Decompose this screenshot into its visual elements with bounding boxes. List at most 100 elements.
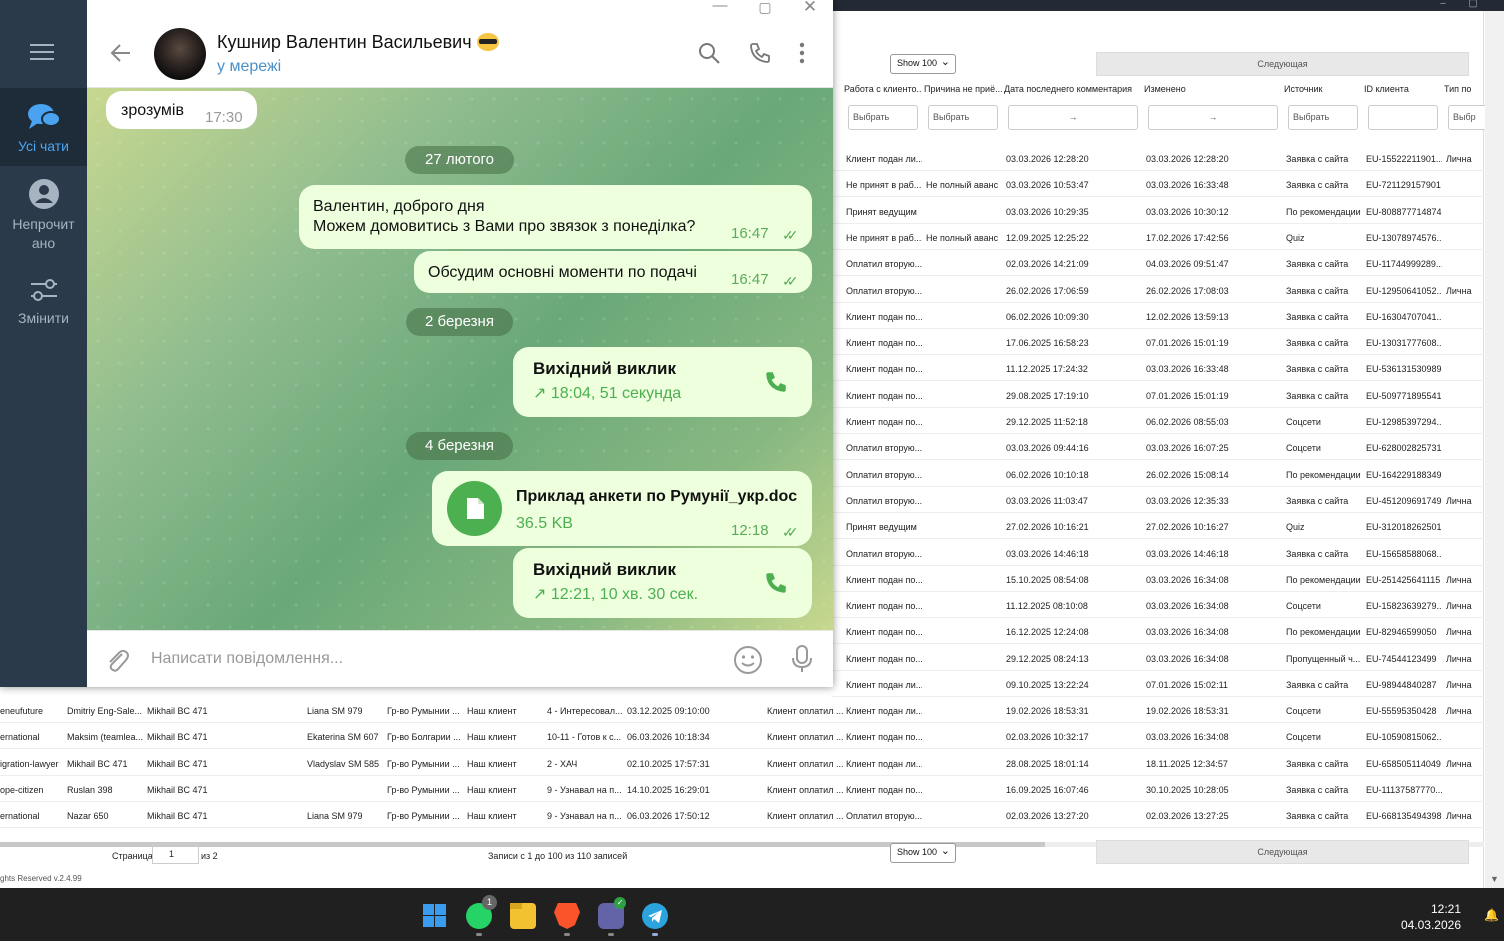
filter-reason-select[interactable]: Выбрать <box>928 105 998 130</box>
next-page-button-top[interactable]: Следующая <box>1096 52 1469 76</box>
message-outgoing[interactable]: Валентин, доброго дня Можем домовитись з… <box>299 185 812 249</box>
col-header[interactable]: Источник <box>1284 84 1354 94</box>
table-cell: 11.12.2025 17:24:32 <box>1006 364 1088 375</box>
table-row[interactable]: Принят ведущим 03.03.2026 10:29:35 03.03.2… <box>832 198 1484 224</box>
system-clock[interactable]: 12:21 04.03.2026 <box>1401 901 1461 933</box>
table-cell: EU-15658588068... <box>1366 548 1442 559</box>
table-row[interactable]: Клиент подан по... 29.12.2025 08:24:13 03.… <box>832 645 1484 671</box>
attach-icon[interactable] <box>103 646 131 674</box>
sidebar-label: ано <box>31 235 56 251</box>
table-row[interactable]: Принят ведущим 27.02.2026 10:16:21 27.02.2… <box>832 513 1484 540</box>
table-row[interactable]: Клиент подан по... 29.12.2025 11:52:18 06.… <box>832 408 1484 434</box>
table-row[interactable]: Оплатил вторую... 03.03.2026 11:03:47 03.0… <box>832 487 1484 513</box>
table-cell: EU-13031777608... <box>1366 338 1442 349</box>
table-row[interactable]: Клиент подан по... 17.06.2025 16:58:23 07.… <box>832 329 1484 356</box>
table-row[interactable]: Оплатил вторую... 26.02.2026 17:06:59 26.0… <box>832 277 1484 303</box>
phone-icon[interactable] <box>748 41 772 65</box>
back-arrow-icon[interactable] <box>109 43 131 63</box>
table-row[interactable]: Оплатил вторую... 03.03.2026 09:44:16 03.0… <box>832 434 1484 461</box>
vertical-scrollbar[interactable]: ▼ <box>1485 11 1504 888</box>
table-row[interactable]: ope-citizen Ruslan 398 Mikhail BC 471 Гр-во… <box>0 776 1484 802</box>
filter-work-select[interactable]: Выбрать <box>848 105 918 130</box>
notification-icon[interactable]: 🔔 <box>1484 908 1499 922</box>
table-row[interactable]: Клиент подан ли... 09.10.2025 13:22:24 07.… <box>832 671 1484 697</box>
filter-type-select[interactable]: Выбр <box>1448 105 1488 130</box>
next-page-button-bottom[interactable]: Следующая <box>1096 840 1469 864</box>
message-input[interactable]: Написати повідомлення... <box>151 650 343 668</box>
table-cell: Клиент подан по... <box>846 784 922 795</box>
table-row[interactable]: Клиент подан по... 16.12.2025 12:24:08 03.… <box>832 618 1484 645</box>
table-row[interactable]: Не принят в раб... Не полный аванс 03.03.2… <box>832 171 1484 198</box>
table-row[interactable]: Оплатил вторую... 02.03.2026 14:21:09 04.0… <box>832 250 1484 277</box>
table-row[interactable]: Клиент подан по... 11.12.2025 17:24:32 03.… <box>832 355 1484 382</box>
close-icon[interactable]: ✕ <box>800 0 820 17</box>
table-cell: 06.03.2026 17:50:12 <box>627 811 710 822</box>
table-row[interactable]: Клиент подан по... 06.02.2026 10:09:30 12.… <box>832 303 1484 329</box>
more-options-icon[interactable] <box>790 41 814 65</box>
table-cell: Клиент подан по... <box>846 364 922 375</box>
show-entries-select-top[interactable]: Show 100 <box>890 54 956 74</box>
minimize-icon[interactable]: — <box>710 0 730 14</box>
col-header[interactable]: Тип по <box>1444 84 1484 94</box>
table-row[interactable]: Клиент подан по... 15.10.2025 08:54:08 03.… <box>832 566 1484 592</box>
sidebar-item-edit[interactable]: Змінити <box>0 276 87 336</box>
table-row[interactable]: eneufuture Dmitriy Eng-Sale... Mikhail BC … <box>0 697 1484 723</box>
maximize-icon[interactable]: ▢ <box>1462 0 1484 11</box>
table-row[interactable]: Оплатил вторую... 06.02.2026 10:10:18 26.0… <box>832 461 1484 487</box>
maximize-icon[interactable]: ▢ <box>755 0 775 16</box>
sidebar-label: Усі чати <box>18 138 69 154</box>
table-row[interactable]: Оплатил вторую... 03.03.2026 14:46:18 03.0… <box>832 540 1484 566</box>
show-entries-select-bottom[interactable]: Show 100 <box>890 843 956 863</box>
col-header[interactable]: Причина не приё... <box>924 84 1002 94</box>
table-cell: 2 - ХАЧ <box>547 758 578 769</box>
document-icon[interactable] <box>447 481 502 536</box>
table-cell: Соцсети <box>1286 732 1321 743</box>
table-row[interactable]: Не принят в раб... Не полный аванс 12.09.2… <box>832 224 1484 250</box>
table-row[interactable]: igration-lawyer Mikhail BC 471 Mikhail BC … <box>0 750 1484 776</box>
table-cell: Клиент оплатил ... <box>767 758 843 769</box>
table-row[interactable]: Клиент подан ли... 03.03.2026 12:28:20 03.… <box>832 145 1484 171</box>
filter-client-id-input[interactable] <box>1368 105 1438 130</box>
table-row[interactable]: Клиент подан по... 11.12.2025 08:10:08 03.… <box>832 592 1484 619</box>
call-message[interactable]: Вихідний виклик ↗ 18:04, 51 секунда <box>513 347 812 417</box>
col-header[interactable]: ID клиента <box>1364 84 1434 94</box>
table-cell: Mikhail BC 471 <box>67 758 128 769</box>
teams-icon[interactable]: ✓ <box>598 897 626 929</box>
table-cell: 03.03.2026 16:34:08 <box>1146 601 1229 612</box>
table-row[interactable]: ernational Nazar 650 Mikhail BC 471 Liana S… <box>0 802 1484 829</box>
emoji-icon[interactable] <box>733 645 763 675</box>
search-icon[interactable] <box>697 41 721 65</box>
telegram-icon[interactable] <box>642 903 668 929</box>
message-outgoing[interactable]: Обсудим основні моменти по подачі 16:47 … <box>414 251 812 293</box>
menu-icon[interactable] <box>30 44 54 62</box>
whatsapp-icon[interactable]: 1 <box>466 895 497 929</box>
table-cell: EU-82946599050 <box>1366 627 1437 638</box>
phone-icon[interactable] <box>763 369 789 395</box>
sidebar-item-all-chats[interactable]: Усі чати <box>0 88 87 166</box>
col-header[interactable]: Изменено <box>1144 84 1274 94</box>
table-row[interactable]: Клиент подан по... 29.08.2025 17:19:10 07.… <box>832 382 1484 408</box>
windows-start-icon[interactable] <box>422 903 448 929</box>
col-header[interactable]: Дата последнего комментария <box>1004 84 1134 94</box>
file-message[interactable]: Приклад анкети по Румунії_укр.doc 36.5 K… <box>432 471 812 546</box>
filter-source-select[interactable]: Выбрать <box>1288 105 1358 130</box>
table-cell: Заявка с сайта <box>1286 180 1349 191</box>
call-message[interactable]: Вихідний виклик ↗ 12:21, 10 хв. 30 сек. <box>513 548 812 618</box>
message-incoming[interactable]: зрозумів 17:30 <box>106 91 257 129</box>
phone-icon[interactable] <box>763 570 789 596</box>
minimize-icon[interactable]: – <box>1432 0 1454 11</box>
filter-date-range[interactable]: → <box>1008 105 1138 130</box>
chat-name[interactable]: Кушнир Валентин Васильевич <box>217 32 499 53</box>
brave-browser-icon[interactable] <box>554 903 580 929</box>
sidebar-item-unread[interactable]: Непрочит ано <box>0 178 87 258</box>
avatar[interactable] <box>154 28 206 80</box>
table-row[interactable]: ernational Maksim (teamlea... Mikhail BC 4… <box>0 723 1484 750</box>
chat-area[interactable]: зрозумів 17:30 27 лютого Валентин, добро… <box>87 88 833 630</box>
table-cell: 26.02.2026 15:08:14 <box>1146 469 1229 480</box>
filter-changed-range[interactable]: → <box>1148 105 1278 130</box>
page-number-input[interactable]: 1 <box>152 844 199 864</box>
file-explorer-icon[interactable] <box>510 903 536 929</box>
col-header[interactable]: Работа с клиенто... <box>844 84 922 94</box>
microphone-icon[interactable] <box>790 644 814 674</box>
scroll-down-icon[interactable]: ▼ <box>1490 874 1499 884</box>
